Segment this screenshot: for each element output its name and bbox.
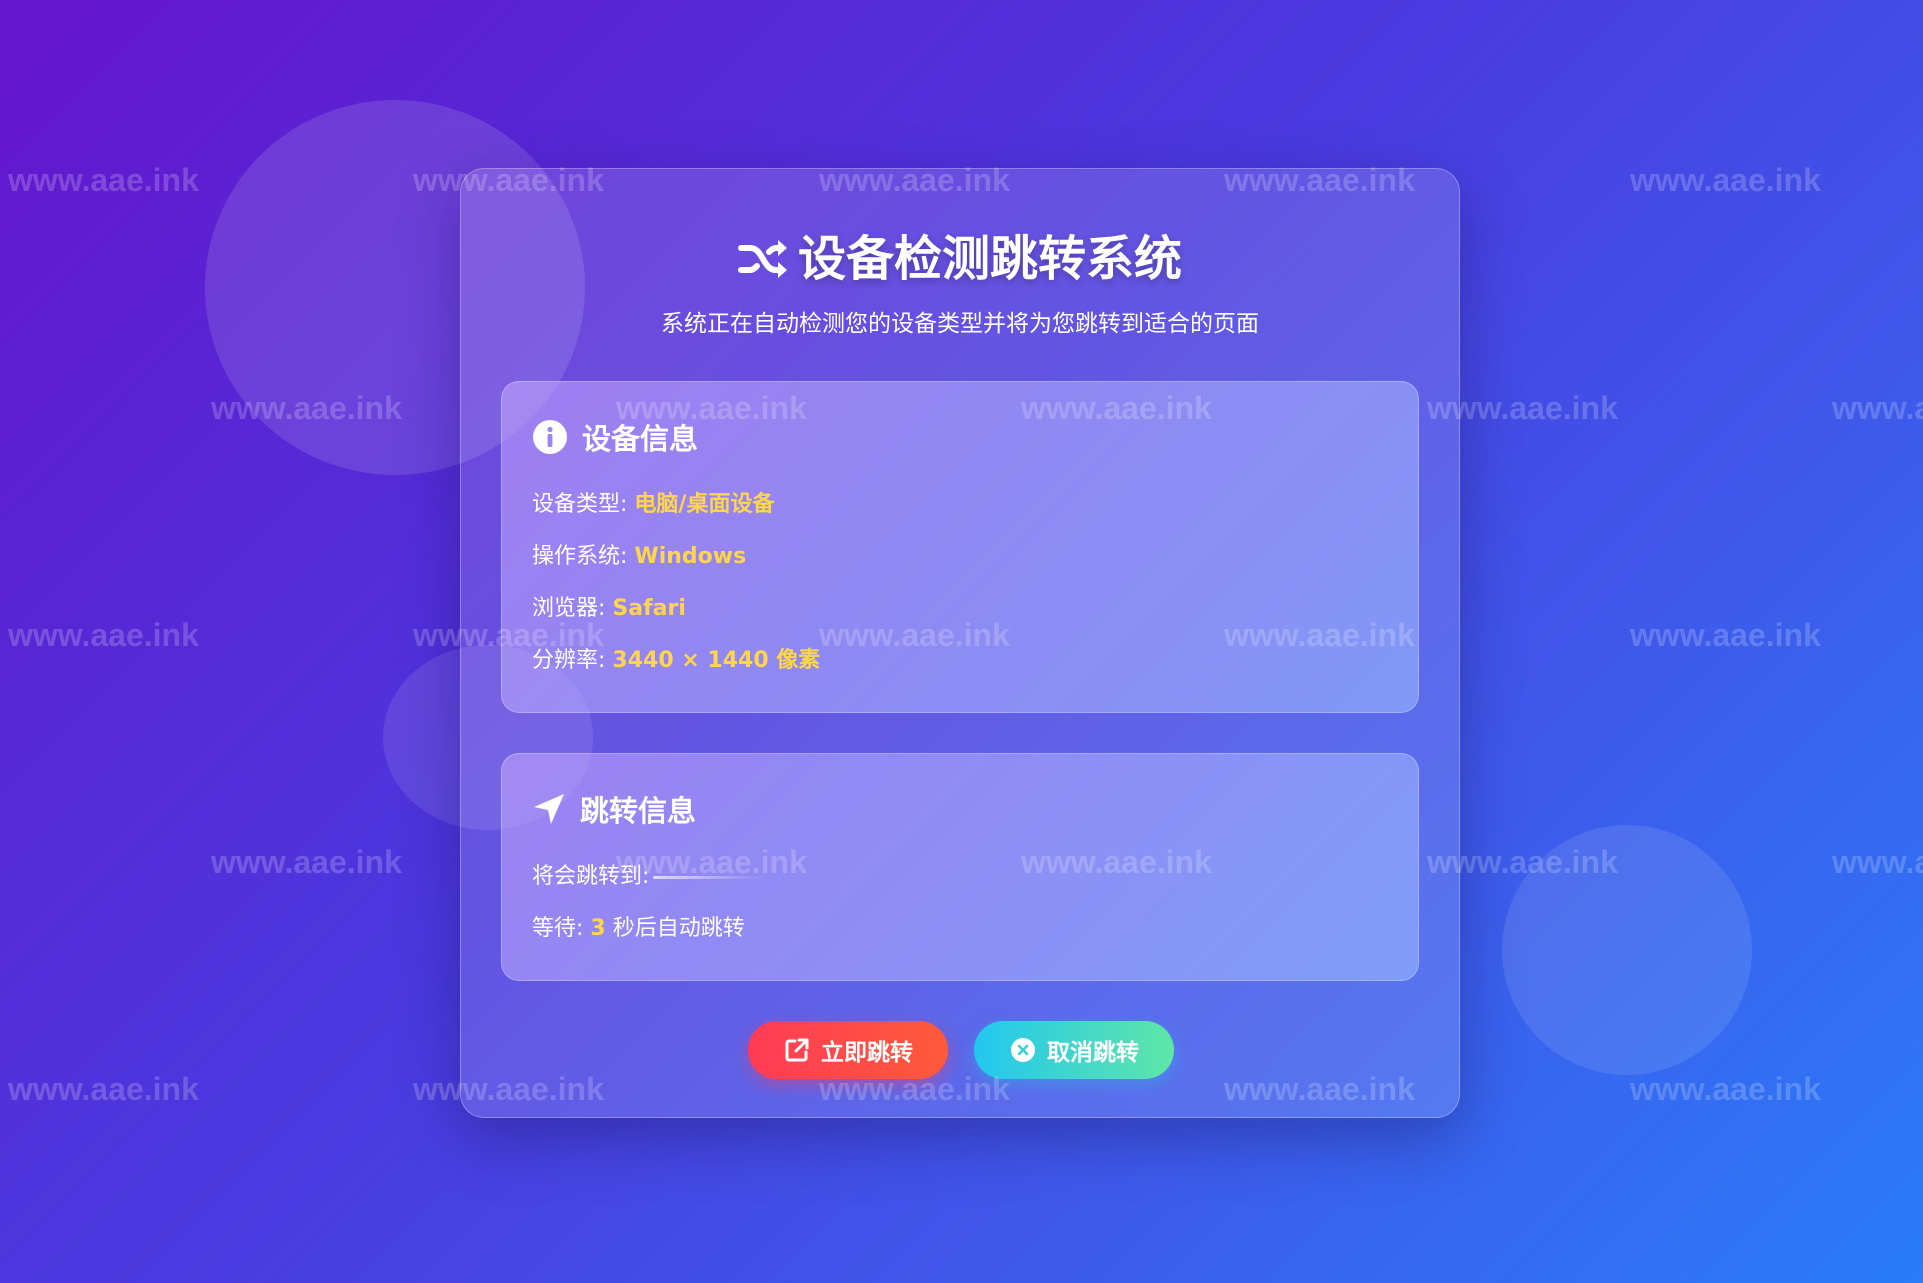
redirect-card: 设备检测跳转系统 系统正在自动检测您的设备类型并将为您跳转到适合的页面 设备信息… bbox=[460, 168, 1460, 1118]
redirect-info-heading: 跳转信息 bbox=[532, 788, 1388, 830]
info-circle-icon bbox=[532, 419, 568, 455]
watermark-text: www.aae.ink bbox=[211, 844, 402, 880]
watermark-text: www.aae.ink bbox=[1630, 617, 1821, 653]
watermark-text: www.aae.ink bbox=[1630, 162, 1821, 198]
resolution-label: 分辨率: bbox=[532, 648, 606, 673]
redirect-now-button[interactable]: 立即跳转 bbox=[748, 1021, 948, 1079]
device-info-heading: 设备信息 bbox=[532, 416, 1388, 458]
redirect-info-heading-text: 跳转信息 bbox=[580, 794, 697, 828]
watermark-text: www.aae.ink bbox=[8, 1071, 199, 1107]
redirect-target-label: 将会跳转到: bbox=[532, 864, 650, 889]
shuffle-icon bbox=[737, 240, 787, 278]
page-title: 设备检测跳转系统 bbox=[461, 219, 1459, 289]
countdown-label: 等待: bbox=[532, 916, 584, 941]
browser-label: 浏览器: bbox=[532, 596, 606, 621]
countdown-seconds: 3 bbox=[590, 916, 606, 941]
watermark-text: www.aae.ink bbox=[8, 162, 199, 198]
os-row: 操作系统: Windows bbox=[532, 542, 1388, 572]
watermark-text: www.aae.ink bbox=[1630, 1071, 1821, 1107]
page-subtitle: 系统正在自动检测您的设备类型并将为您跳转到适合的页面 bbox=[661, 311, 1259, 337]
resolution-row: 分辨率: 3440 × 1440 像素 bbox=[532, 646, 1388, 676]
countdown-suffix: 秒后自动跳转 bbox=[612, 916, 745, 941]
countdown-row: 等待: 3 秒后自动跳转 bbox=[532, 914, 1388, 944]
os-label: 操作系统: bbox=[532, 544, 628, 569]
close-circle-icon bbox=[1011, 1038, 1035, 1062]
watermark-text: www.aae.ink bbox=[8, 617, 199, 653]
cancel-redirect-button[interactable]: 取消跳转 bbox=[974, 1021, 1174, 1079]
watermark-text: www.aae.ink bbox=[1832, 390, 1923, 426]
decorative-circle bbox=[1502, 825, 1752, 1075]
os-value: Windows bbox=[634, 544, 747, 569]
redirect-target-row: 将会跳转到: bbox=[532, 862, 1388, 892]
title-text: 设备检测跳转系统 bbox=[797, 231, 1182, 287]
external-link-icon bbox=[785, 1038, 809, 1062]
redirect-target-url[interactable] bbox=[653, 875, 764, 879]
device-type-value: 电脑/桌面设备 bbox=[634, 492, 775, 517]
watermark-text: www.aae.ink bbox=[1832, 844, 1923, 880]
redirect-now-label: 立即跳转 bbox=[821, 1040, 913, 1066]
device-type-label: 设备类型: bbox=[532, 492, 628, 517]
device-info-panel: 设备信息 设备类型: 电脑/桌面设备 操作系统: Windows 浏览器: Sa… bbox=[501, 381, 1419, 713]
device-info-heading-text: 设备信息 bbox=[582, 422, 699, 456]
device-type-row: 设备类型: 电脑/桌面设备 bbox=[532, 490, 1388, 520]
redirect-info-panel: 跳转信息 将会跳转到: 等待: 3 秒后自动跳转 bbox=[501, 753, 1419, 981]
resolution-value: 3440 × 1440 像素 bbox=[612, 648, 821, 673]
browser-value: Safari bbox=[612, 596, 686, 621]
location-arrow-icon bbox=[532, 792, 566, 826]
browser-row: 浏览器: Safari bbox=[532, 594, 1388, 624]
cancel-redirect-label: 取消跳转 bbox=[1047, 1040, 1139, 1066]
